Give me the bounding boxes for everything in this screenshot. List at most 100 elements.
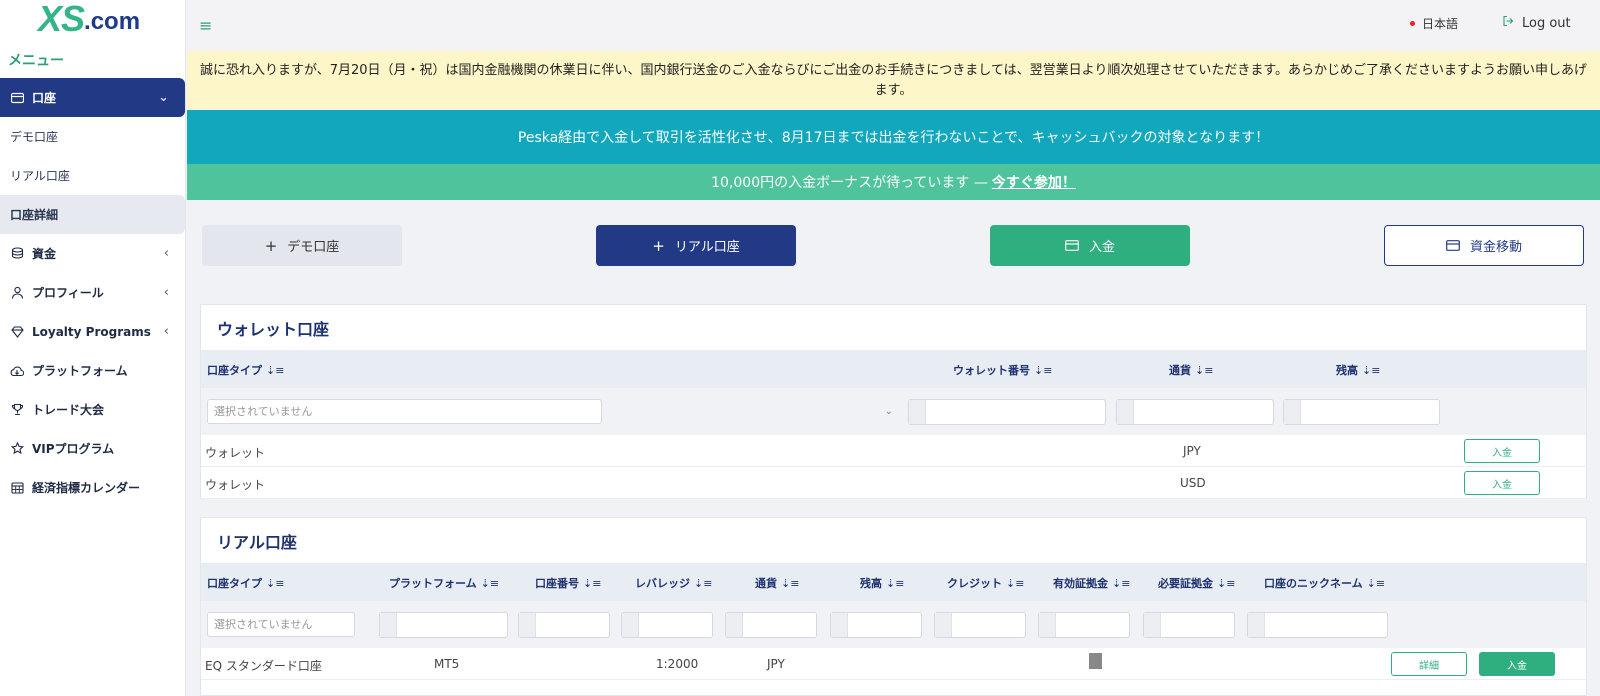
sidebar-item-label: トレード大会 <box>32 403 105 417</box>
account-number-filter-input[interactable] <box>518 612 610 638</box>
topbar: ≡ 日本語 Log out <box>187 0 1600 50</box>
row-deposit-button[interactable]: 入金 <box>1464 471 1540 495</box>
column-header[interactable]: プラットフォーム ⇣≡ <box>389 575 499 591</box>
wallet-number-filter-input[interactable] <box>908 399 1106 425</box>
sidebar-item-real-account[interactable]: リアル口座 <box>0 156 185 195</box>
filter-placeholder: 選択されていません <box>214 618 313 631</box>
sort-icon: ⇣≡ <box>1034 364 1053 377</box>
currency-filter-input[interactable] <box>1116 399 1274 425</box>
column-header-label: ウォレット番号 <box>953 364 1030 377</box>
chevron-down-icon: ⌄ <box>158 90 169 105</box>
join-now-link[interactable]: 今すぐ参加！ <box>992 172 1076 192</box>
column-header-label: 通貨 <box>755 577 777 590</box>
sidebar-item-loyalty-programs[interactable]: Loyalty Programs ‹ <box>0 312 185 351</box>
language-selector[interactable]: 日本語 <box>1410 15 1458 32</box>
column-header[interactable]: 口座タイプ ⇣≡ <box>207 575 284 591</box>
column-header-label: レバレッジ <box>635 577 690 590</box>
account-type-filter-select[interactable]: 選択されていません ⌄ <box>207 399 893 424</box>
table-row: EQ スタンダード口座 MT5 1:2000 JPY 詳細 入金 <box>201 648 1586 680</box>
real-panel-title: リアル口座 <box>217 532 297 552</box>
logo-main: XS <box>38 0 85 39</box>
sidebar-item-funds[interactable]: 資金 ‹ <box>0 234 185 273</box>
user-icon <box>10 286 24 300</box>
equity-filter-input[interactable] <box>1038 612 1130 638</box>
sidebar-item-profile[interactable]: プロフィール ‹ <box>0 273 185 312</box>
details-button[interactable]: 詳細 <box>1391 652 1467 676</box>
chevron-left-icon: ‹ <box>163 285 169 300</box>
column-header-label: 残高 <box>860 577 882 590</box>
nickname-filter-input[interactable] <box>1247 612 1388 638</box>
xs-logo[interactable]: XS .com <box>0 0 185 38</box>
sidebar-item-trade-contest[interactable]: トレード大会 <box>0 390 185 429</box>
hamburger-menu-icon[interactable]: ≡ <box>199 16 215 35</box>
credit-filter-input[interactable] <box>934 612 1026 638</box>
column-header[interactable]: クレジット ⇣≡ <box>947 575 1024 591</box>
language-label: 日本語 <box>1422 17 1459 31</box>
column-header-label: プラットフォーム <box>389 577 477 590</box>
column-header[interactable]: 口座タイプ ⇣≡ <box>207 362 284 378</box>
column-header-label: 通貨 <box>1169 364 1191 377</box>
wallet-table-header: 口座タイプ ⇣≡ ウォレット番号 ⇣≡ 通貨 ⇣≡ 残高 ⇣≡ <box>201 350 1586 388</box>
column-header-label: 残高 <box>1336 364 1358 377</box>
sidebar-item-label: プラットフォーム <box>32 364 128 378</box>
column-header[interactable]: レバレッジ ⇣≡ <box>635 575 712 591</box>
table-row: ウォレット JPY 入金 <box>201 435 1586 467</box>
sort-icon: ⇣≡ <box>694 577 713 590</box>
account-type-filter-select[interactable]: 選択されていません <box>207 612 355 637</box>
cell-currency: USD <box>1180 476 1206 490</box>
sidebar-item-label: プロフィール <box>32 286 104 300</box>
demo-button-label: デモ口座 <box>287 240 340 255</box>
sidebar-item-account-details[interactable]: 口座詳細 <box>0 195 185 234</box>
column-header[interactable]: 残高 ⇣≡ <box>860 575 904 591</box>
row-deposit-button[interactable]: 入金 <box>1464 439 1540 463</box>
leverage-filter-input[interactable] <box>621 612 713 638</box>
column-header[interactable]: 必要証拠金 ⇣≡ <box>1158 575 1235 591</box>
diamond-icon <box>10 325 24 339</box>
column-header[interactable]: 口座番号 ⇣≡ <box>535 575 601 591</box>
table-row: ウォレット USD 入金 <box>201 467 1586 499</box>
wallet-filter-row: 選択されていません ⌄ <box>201 388 1586 435</box>
column-header[interactable]: 通貨 ⇣≡ <box>755 575 799 591</box>
column-header-label: 必要証拠金 <box>1158 577 1213 590</box>
deposit-button[interactable]: 入金 <box>990 225 1190 266</box>
sidebar-item-demo-account[interactable]: デモ口座 <box>0 117 185 156</box>
currency-filter-input[interactable] <box>725 612 817 638</box>
column-header[interactable]: 通貨 ⇣≡ <box>1169 362 1213 378</box>
column-header-label: クレジット <box>947 577 1002 590</box>
open-real-account-button[interactable]: + リアル口座 <box>596 225 796 266</box>
cell-platform: MT5 <box>434 657 460 671</box>
sidebar-item-platform[interactable]: プラットフォーム <box>0 351 185 390</box>
cell-currency: JPY <box>1183 444 1201 458</box>
coins-icon <box>10 247 24 261</box>
column-header[interactable]: 残高 ⇣≡ <box>1336 362 1380 378</box>
logout-button[interactable]: Log out <box>1502 15 1571 31</box>
bonus-text: 10,000円の入金ボーナスが待っています — <box>711 175 988 191</box>
sidebar-item-label: Loyalty Programs <box>32 324 151 339</box>
sort-icon: ⇣≡ <box>266 364 285 377</box>
cell-account-type: EQ スタンダード口座 <box>205 659 322 673</box>
sort-icon: ⇣≡ <box>1217 577 1236 590</box>
row-deposit-button[interactable]: 入金 <box>1479 652 1555 676</box>
card-icon <box>1446 237 1460 255</box>
sort-icon: ⇣≡ <box>781 577 800 590</box>
sidebar-item-economic-calendar[interactable]: 経済指標カレンダー <box>0 468 185 507</box>
cell-account-type: ウォレット <box>205 446 266 460</box>
sidebar-item-label: VIPプログラム <box>32 442 115 456</box>
fund-transfer-button[interactable]: 資金移動 <box>1384 225 1584 266</box>
sort-icon: ⇣≡ <box>1366 577 1386 590</box>
column-header[interactable]: ウォレット番号 ⇣≡ <box>953 362 1052 378</box>
column-header-label: 口座タイプ <box>207 577 262 590</box>
column-header-label: 有効証拠金 <box>1053 577 1108 590</box>
peska-promo-banner: Peska経由で入金して取引を活性化させ、8月17日までは出金を行わないことで、… <box>187 110 1600 164</box>
column-header[interactable]: 有効証拠金 ⇣≡ <box>1053 575 1130 591</box>
platform-filter-input[interactable] <box>379 612 508 638</box>
sidebar-item-vip-program[interactable]: VIPプログラム <box>0 429 185 468</box>
margin-filter-input[interactable] <box>1143 612 1235 638</box>
balance-filter-input[interactable] <box>830 612 922 638</box>
balance-filter-input[interactable] <box>1283 399 1440 425</box>
column-header[interactable]: 口座のニックネーム ⇣≡ <box>1264 575 1385 591</box>
sidebar-item-accounts[interactable]: 口座 ⌄ <box>0 78 185 117</box>
plus-icon: + <box>264 236 278 255</box>
open-demo-account-button[interactable]: + デモ口座 <box>202 225 402 266</box>
trophy-icon <box>10 403 24 417</box>
